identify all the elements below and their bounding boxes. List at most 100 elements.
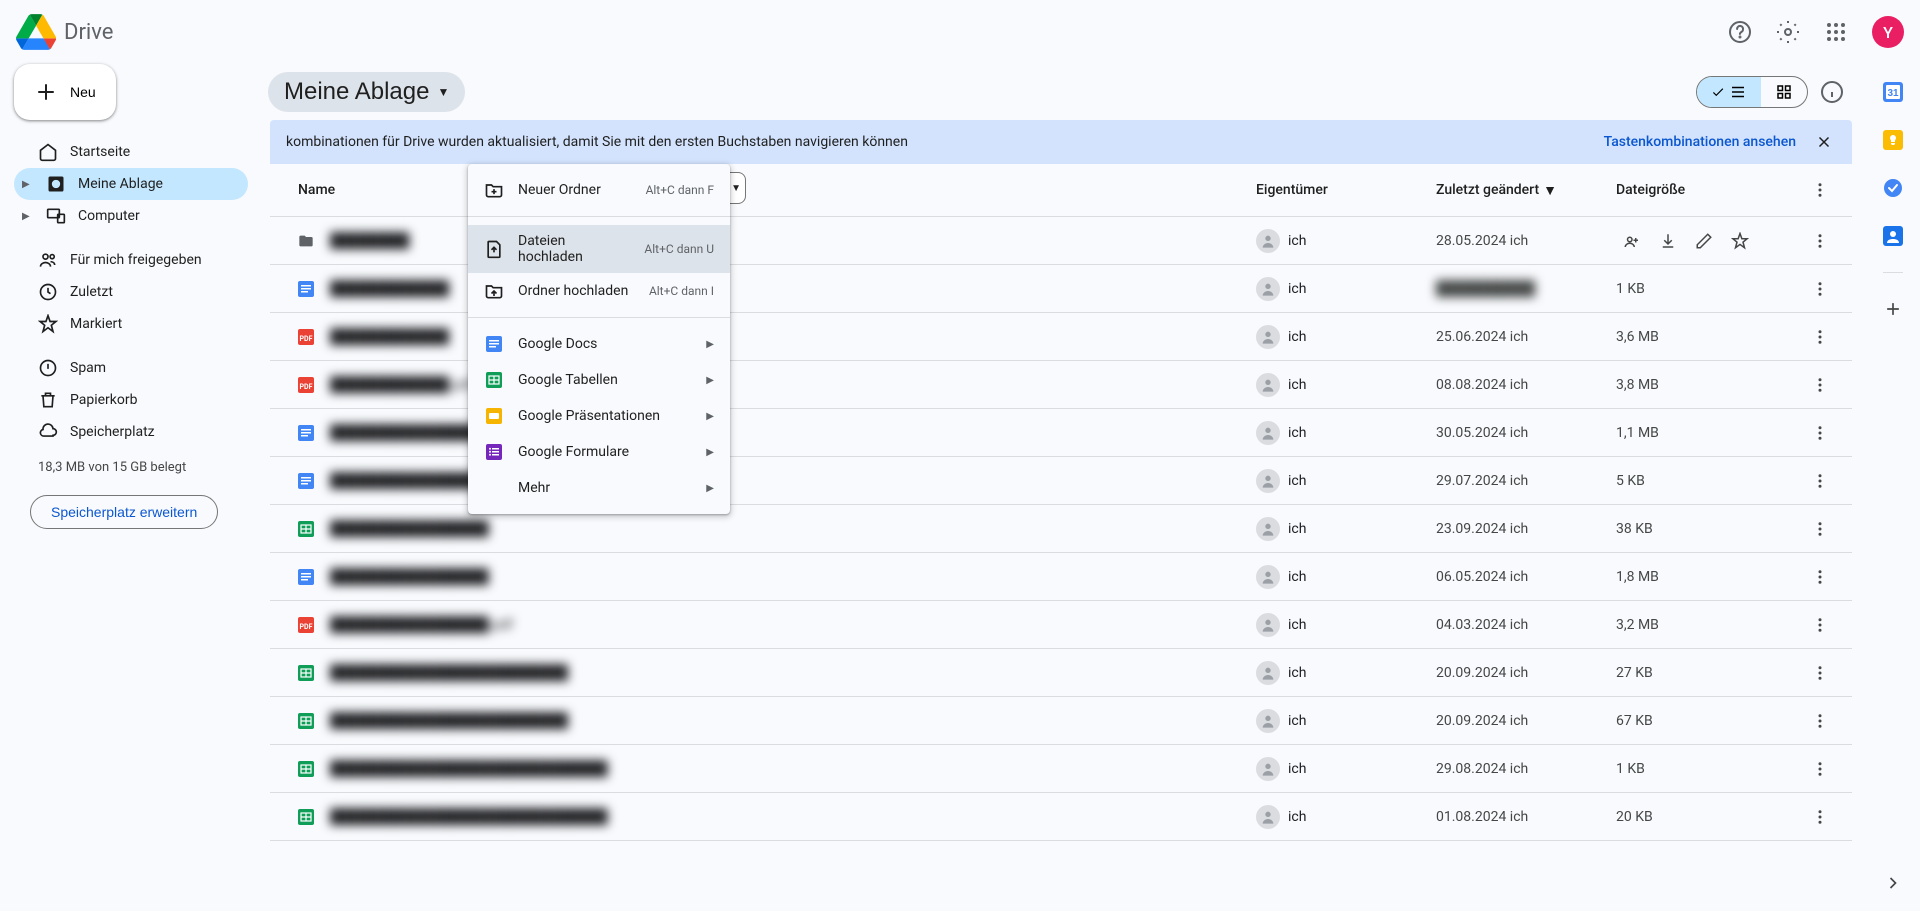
- main-content: Meine Ablage ▼ ▼ kombinationen für Drive…: [256, 64, 1864, 911]
- menu-new-folder[interactable]: Neuer Ordner Alt+C dann F: [468, 172, 730, 208]
- file-size: 3,8 MB: [1616, 377, 1796, 393]
- more-vertical-icon: [1811, 376, 1829, 394]
- file-row[interactable]: ████████████████████████████ ich 29.08.2…: [270, 745, 1852, 793]
- file-more-button[interactable]: [1804, 561, 1836, 593]
- new-context-menu: Neuer Ordner Alt+C dann F Dateien hochla…: [468, 164, 730, 514]
- sidebar-label: Computer: [78, 208, 140, 224]
- file-row[interactable]: PDF ████████████████.pdf ich 04.03.2024 …: [270, 601, 1852, 649]
- folder-file-icon: [298, 233, 314, 249]
- gear-icon: [1776, 20, 1800, 44]
- sort-down-icon: ▼: [1543, 182, 1557, 199]
- sidebar-item-storage[interactable]: Speicherplatz: [14, 416, 248, 448]
- column-header-size[interactable]: Dateigröße: [1616, 182, 1796, 198]
- sidebar: Neu Startseite ▶ Meine Ablage ▶ Computer…: [0, 64, 256, 911]
- file-more-button[interactable]: [1804, 753, 1836, 785]
- sidebar-item-home[interactable]: Startseite: [14, 136, 248, 168]
- file-size: 3,2 MB: [1616, 617, 1796, 633]
- sidebar-item-recent[interactable]: Zuletzt: [14, 276, 248, 308]
- new-button[interactable]: Neu: [14, 64, 116, 120]
- file-modified: 25.06.2024 ich: [1436, 329, 1616, 345]
- sidebar-item-starred[interactable]: Markiert: [14, 308, 248, 340]
- download-button[interactable]: [1652, 225, 1684, 257]
- file-more-button[interactable]: [1804, 801, 1836, 833]
- file-row[interactable]: ████████████████ ich 06.05.2024 ich 1,8 …: [270, 553, 1852, 601]
- file-owner: ich: [1256, 229, 1436, 253]
- owner-avatar-icon: [1256, 805, 1280, 829]
- sidebar-item-spam[interactable]: Spam: [14, 352, 248, 384]
- download-icon: [1659, 232, 1677, 250]
- file-more-button[interactable]: [1804, 273, 1836, 305]
- doc-file-icon: [298, 569, 314, 585]
- sidebar-item-shared[interactable]: Für mich freigegeben: [14, 244, 248, 276]
- file-more-button[interactable]: [1804, 513, 1836, 545]
- file-owner: ich: [1256, 709, 1436, 733]
- pencil-icon: [1695, 232, 1713, 250]
- grid-view-button[interactable]: [1761, 77, 1807, 107]
- column-header-modified[interactable]: Zuletzt geändert ▼: [1436, 182, 1616, 199]
- more-vertical-icon: [1811, 616, 1829, 634]
- file-owner: ich: [1256, 661, 1436, 685]
- file-size: [1616, 225, 1796, 257]
- menu-upload-file[interactable]: Dateien hochladen Alt+C dann U: [468, 225, 730, 273]
- file-owner: ich: [1256, 757, 1436, 781]
- file-more-button[interactable]: [1804, 609, 1836, 641]
- menu-google-slides[interactable]: Google Präsentationen ▶: [468, 398, 730, 434]
- more-vertical-icon: [1811, 760, 1829, 778]
- chevron-right-icon: ▶: [706, 447, 714, 458]
- file-row[interactable]: ████████████████████████ ich 20.09.2024 …: [270, 697, 1852, 745]
- menu-upload-folder[interactable]: Ordner hochladen Alt+C dann I: [468, 273, 730, 309]
- sidebar-item-trash[interactable]: Papierkorb: [14, 384, 248, 416]
- caret-right-icon: ▶: [22, 211, 34, 222]
- sidebar-item-computer[interactable]: ▶ Computer: [14, 200, 248, 232]
- menu-more[interactable]: Mehr ▶: [468, 470, 730, 506]
- user-avatar[interactable]: Y: [1872, 16, 1904, 48]
- column-header-owner[interactable]: Eigentümer: [1256, 182, 1436, 198]
- column-header-name[interactable]: Name: [298, 182, 1256, 198]
- file-owner: ich: [1256, 565, 1436, 589]
- trash-icon: [38, 390, 58, 410]
- share-button[interactable]: [1616, 225, 1648, 257]
- file-size: 1,8 MB: [1616, 569, 1796, 585]
- star-icon: [38, 314, 58, 334]
- file-more-button[interactable]: [1804, 465, 1836, 497]
- file-more-button[interactable]: [1804, 369, 1836, 401]
- info-button[interactable]: [1812, 72, 1852, 112]
- menu-google-sheets[interactable]: Google Tabellen ▶: [468, 362, 730, 398]
- rename-button[interactable]: [1688, 225, 1720, 257]
- file-modified: 29.07.2024 ich: [1436, 473, 1616, 489]
- menu-google-forms[interactable]: Google Formulare ▶: [468, 434, 730, 470]
- file-row[interactable]: ████████████████████████████ ich 01.08.2…: [270, 793, 1852, 841]
- storage-text: 18,3 MB von 15 GB belegt: [14, 448, 248, 487]
- calendar-addon-button[interactable]: 31: [1873, 72, 1913, 112]
- panel-collapse-button[interactable]: [1873, 863, 1913, 903]
- tasks-addon-button[interactable]: [1873, 168, 1913, 208]
- sidebar-item-my-drive[interactable]: ▶ Meine Ablage: [14, 168, 248, 200]
- file-size: 1,1 MB: [1616, 425, 1796, 441]
- contacts-addon-button[interactable]: [1873, 216, 1913, 256]
- file-owner: ich: [1256, 325, 1436, 349]
- list-view-button[interactable]: [1697, 77, 1761, 107]
- side-panel: 31: [1864, 64, 1920, 911]
- file-more-button[interactable]: [1804, 705, 1836, 737]
- header-logo[interactable]: Drive: [16, 12, 113, 52]
- tasks-icon: [1883, 178, 1903, 198]
- keep-addon-button[interactable]: [1873, 120, 1913, 160]
- storage-expand-button[interactable]: Speicherplatz erweitern: [30, 495, 218, 529]
- file-more-button[interactable]: [1804, 657, 1836, 689]
- file-more-button[interactable]: [1804, 225, 1836, 257]
- apps-button[interactable]: [1816, 12, 1856, 52]
- chevron-right-icon: ▶: [706, 339, 714, 350]
- clock-icon: [38, 282, 58, 302]
- table-header-more-button[interactable]: [1804, 174, 1836, 206]
- star-button[interactable]: [1724, 225, 1756, 257]
- help-button[interactable]: [1720, 12, 1760, 52]
- banner-close-button[interactable]: [1812, 130, 1836, 154]
- settings-button[interactable]: [1768, 12, 1808, 52]
- menu-google-docs[interactable]: Google Docs ▶: [468, 326, 730, 362]
- banner-link[interactable]: Tastenkombinationen ansehen: [1604, 134, 1796, 150]
- get-addons-button[interactable]: [1873, 289, 1913, 329]
- file-more-button[interactable]: [1804, 417, 1836, 449]
- file-more-button[interactable]: [1804, 321, 1836, 353]
- breadcrumb-button[interactable]: Meine Ablage ▼: [268, 72, 465, 112]
- file-row[interactable]: ████████████████████████ ich 20.09.2024 …: [270, 649, 1852, 697]
